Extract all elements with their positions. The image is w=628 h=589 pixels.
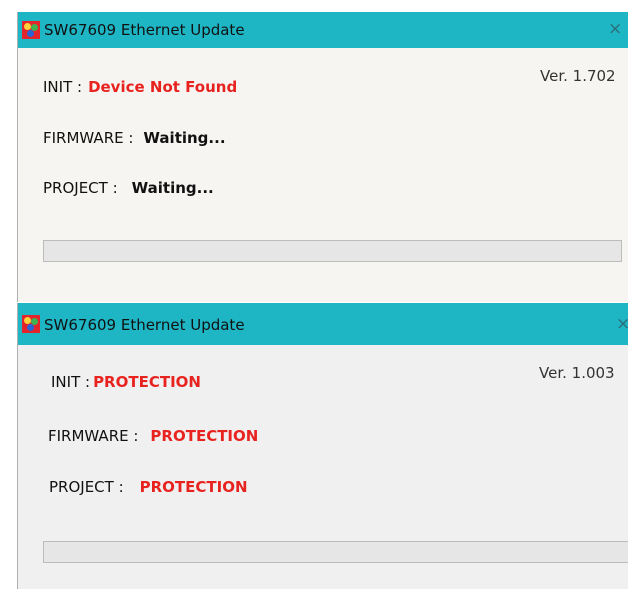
init-value: Device Not Found — [88, 78, 238, 96]
firmware-value: Waiting... — [143, 129, 226, 147]
firmware-label: FIRMWARE : — [48, 427, 139, 445]
project-label: PROJECT : — [43, 179, 118, 197]
firmware-status-row: FIRMWARE : Waiting... — [43, 129, 226, 147]
close-icon[interactable]: × — [608, 21, 622, 38]
init-label: INIT : — [51, 373, 91, 391]
close-icon[interactable]: × — [616, 316, 628, 333]
app-logo-icon — [22, 21, 40, 39]
project-value: Waiting... — [131, 179, 214, 197]
init-label: INIT : — [43, 78, 83, 96]
init-value: PROTECTION — [93, 373, 201, 391]
project-status-row: PROJECT : PROTECTION — [49, 478, 248, 496]
project-status-row: PROJECT : Waiting... — [43, 179, 214, 197]
firmware-status-row: FIRMWARE : PROTECTION — [48, 427, 258, 445]
firmware-value: PROTECTION — [150, 427, 259, 445]
project-value: PROTECTION — [139, 478, 248, 496]
title-bar[interactable]: SW67609 Ethernet Update × — [18, 303, 628, 345]
update-window-2: SW67609 Ethernet Update × Ver. 1.003 INI… — [17, 303, 628, 589]
version-label: Ver. 1.003 — [539, 364, 615, 382]
app-logo-icon — [22, 315, 40, 333]
version-label: Ver. 1.702 — [540, 67, 616, 85]
title-bar[interactable]: SW67609 Ethernet Update × — [18, 12, 628, 48]
window-title: SW67609 Ethernet Update — [44, 316, 245, 334]
project-label: PROJECT : — [49, 478, 124, 496]
window-title: SW67609 Ethernet Update — [44, 21, 245, 39]
update-window-1: SW67609 Ethernet Update × Ver. 1.702 INI… — [17, 12, 628, 302]
firmware-label: FIRMWARE : — [43, 129, 134, 147]
init-status-row: INIT : PROTECTION — [51, 373, 201, 391]
progress-bar — [43, 240, 622, 262]
init-status-row: INIT : Device Not Found — [43, 78, 237, 96]
progress-bar — [43, 541, 628, 563]
